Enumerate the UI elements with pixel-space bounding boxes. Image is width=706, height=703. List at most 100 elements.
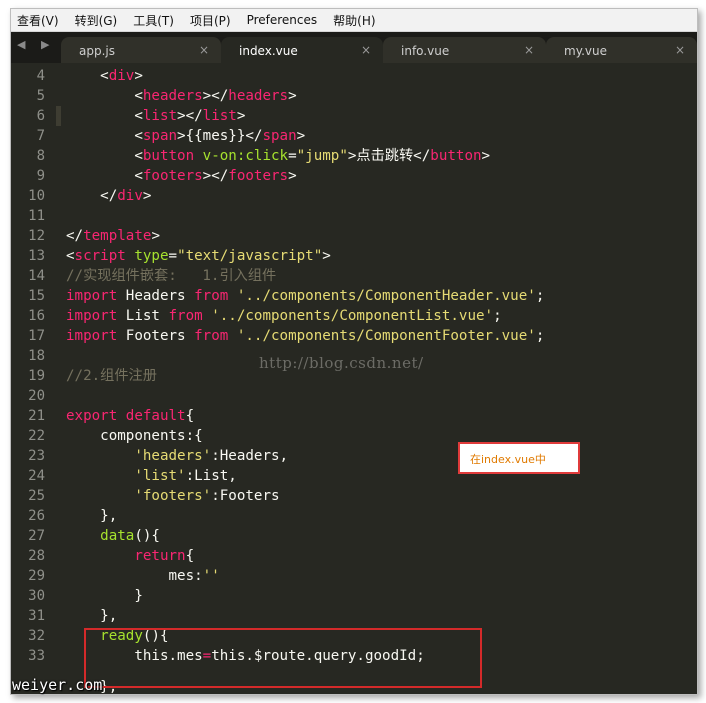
code-token: import xyxy=(66,308,118,324)
line-number: 7 xyxy=(36,128,45,144)
code-token: button xyxy=(430,148,482,164)
line-number: 20 xyxy=(28,388,45,404)
line-number: 13 xyxy=(28,248,45,264)
editor-window: 查看(V) 转到(G) 工具(T) 项目(P) Preferences 帮助(H) ◀ ▶… xyxy=(10,8,698,695)
code-token: ; xyxy=(493,308,502,324)
code-token: < xyxy=(66,68,109,84)
line-number: 19 xyxy=(28,368,45,384)
code-line: <script type="text/javascript"> xyxy=(66,246,331,266)
code-token: (){ xyxy=(134,528,160,544)
menu-item[interactable]: Preferences xyxy=(239,13,326,27)
tab-index-vue[interactable]: index.vue × xyxy=(221,37,383,63)
code-token: < xyxy=(66,248,75,264)
code-line: //实现组件嵌套: 1.引入组件 xyxy=(66,266,276,286)
code-line: import Headers from '../components/Compo… xyxy=(66,286,544,306)
line-number: 16 xyxy=(28,308,45,324)
tab-my-vue[interactable]: my.vue × xyxy=(546,37,697,63)
tab-app-js[interactable]: app.js × xyxy=(61,37,221,63)
tab-info-vue[interactable]: info.vue × xyxy=(383,37,546,63)
line-number: 15 xyxy=(28,288,45,304)
line-number: 12 xyxy=(28,228,45,244)
code-token: import xyxy=(66,288,118,304)
code-token: span xyxy=(142,128,178,144)
code-token: 'headers' xyxy=(134,448,212,464)
code-token: span xyxy=(262,128,297,144)
line-number-gutter: 4 5 6 7 8 9 10 11 12 13 14 15 16 17 18 19 20 21 22 23 24 25 26… xyxy=(11,63,56,694)
code-editor[interactable]: 4 5 6 7 8 9 10 11 12 13 14 15 16 17 18 19 20 21 22 23 24 25 26… xyxy=(11,63,697,694)
code-token: div xyxy=(117,188,143,204)
code-token: ></ xyxy=(177,108,203,124)
code-token: > xyxy=(151,228,160,244)
line-number: 14 xyxy=(28,268,45,284)
menu-item[interactable]: 帮助(H) xyxy=(325,12,383,29)
code-token: </ xyxy=(66,188,118,204)
menu-item[interactable]: 项目(P) xyxy=(182,12,239,29)
code-token: template xyxy=(83,228,152,244)
code-line: <div> xyxy=(66,66,143,86)
code-token: import xyxy=(66,328,118,344)
line-number: 29 xyxy=(28,568,45,584)
code-token: 'footers' xyxy=(134,488,212,504)
close-icon[interactable]: × xyxy=(199,43,209,57)
code-token: '../components/ComponentHeader.vue' xyxy=(236,288,536,304)
code-token: < xyxy=(66,108,143,124)
line-number: 18 xyxy=(28,348,45,364)
line-number: 27 xyxy=(28,528,45,544)
code-line: 'footers':Footers xyxy=(66,486,279,506)
tab-label: info.vue xyxy=(401,44,450,58)
code-token: 'list' xyxy=(134,468,186,484)
code-token: list xyxy=(202,108,237,124)
code-token: < xyxy=(66,88,143,104)
line-number: 21 xyxy=(28,408,45,424)
line-number: 11 xyxy=(28,208,45,224)
menu-bar: 查看(V) 转到(G) 工具(T) 项目(P) Preferences 帮助(H) xyxy=(11,9,697,32)
code-token: List xyxy=(117,308,169,324)
code-line: return{ xyxy=(66,546,194,566)
code-token: { xyxy=(185,408,195,424)
code-token: mes: xyxy=(66,568,203,584)
line-number: 26 xyxy=(28,508,45,524)
menu-item[interactable]: 查看(V) xyxy=(11,12,67,29)
code-token: default xyxy=(125,408,186,424)
code-token: from xyxy=(168,308,203,324)
close-icon[interactable]: × xyxy=(361,43,371,57)
code-token: { xyxy=(185,548,195,564)
menu-item[interactable]: 转到(G) xyxy=(67,12,126,29)
tab-nav-arrows-icon[interactable]: ◀ ▶ xyxy=(17,38,55,51)
code-line: 'list':List, xyxy=(66,466,237,486)
menu-item[interactable]: 工具(T) xyxy=(125,12,182,29)
line-number: 33 xyxy=(28,648,45,664)
code-token: = xyxy=(288,148,297,164)
code-line: components:{ xyxy=(66,426,203,446)
code-token: = xyxy=(168,248,178,264)
code-token: export xyxy=(66,408,118,424)
close-icon[interactable]: × xyxy=(524,43,534,57)
code-token: >{{mes}}</ xyxy=(177,128,263,144)
code-line: } xyxy=(66,586,143,606)
code-line: </template> xyxy=(66,226,160,246)
code-token: :Headers, xyxy=(211,448,289,464)
line-number: 25 xyxy=(28,488,45,504)
code-token: headers xyxy=(228,88,289,104)
code-token: //实现组件嵌套: 1.引入组件 xyxy=(66,268,277,284)
tab-label: my.vue xyxy=(564,44,607,58)
code-line: </div> xyxy=(66,186,151,206)
code-token: Headers xyxy=(117,288,195,304)
tab-bar: ◀ ▶ app.js × index.vue × info.vue × my.v… xyxy=(11,32,697,63)
code-token: type xyxy=(134,248,169,264)
code-token: footers xyxy=(228,168,289,184)
code-line: export default{ xyxy=(66,406,194,426)
close-icon[interactable]: × xyxy=(675,43,685,57)
line-number: 8 xyxy=(36,148,45,164)
code-line: <span>{{mes}}</span> xyxy=(66,126,305,146)
line-number: 5 xyxy=(36,88,45,104)
code-line: data(){ xyxy=(66,526,160,546)
code-token: "jump" xyxy=(296,148,348,164)
line-number: 31 xyxy=(28,608,45,624)
code-token: v-on:click xyxy=(202,148,289,164)
